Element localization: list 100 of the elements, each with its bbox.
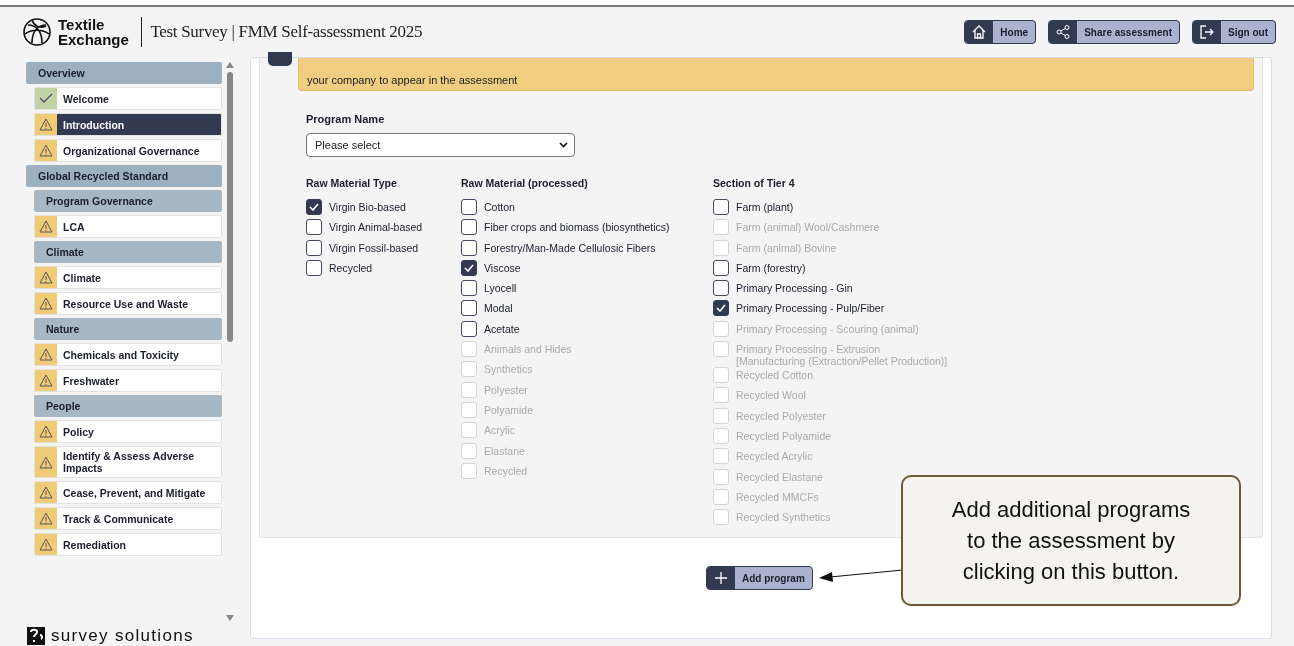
checkbox-label: Recycled Polyamide (736, 428, 832, 442)
checkbox[interactable] (461, 320, 477, 337)
checkbox-label: Recycled Acrylic (736, 449, 813, 463)
checkbox[interactable] (713, 300, 729, 317)
header-button[interactable]: Sign out (1192, 20, 1276, 44)
sidebar-item[interactable]: Remediation (34, 533, 222, 556)
warning-icon (39, 118, 53, 131)
field-label: Program Name (306, 113, 386, 125)
checkbox[interactable] (713, 199, 729, 215)
checkbox[interactable] (306, 199, 322, 215)
survey-title: Test Survey | FMM Self-assessment 2025 (150, 22, 423, 42)
group-heading: Raw Material (processed) (461, 177, 589, 189)
sidebar-subsection: Program Governance (34, 190, 222, 212)
checkbox-label: Recycled Cotton (736, 368, 814, 382)
checkmark-icon (716, 304, 726, 313)
checkbox-label: Farm (animal) Wool/Cashmere (736, 220, 880, 234)
home-icon (971, 24, 988, 40)
checkbox-label: Virgin Fossil-based (329, 240, 419, 254)
checkbox-label: Recycled Polyester (736, 408, 826, 422)
checkbox-label: Viscose (484, 260, 521, 274)
sidebar-item[interactable]: Welcome (34, 87, 222, 110)
checkbox-label: Recycled Elastane (736, 469, 823, 483)
warning-icon (39, 486, 53, 499)
sidebar-item[interactable]: Climate (34, 266, 222, 289)
checkbox[interactable] (461, 280, 477, 297)
sidebar-item[interactable]: LCA (34, 215, 222, 238)
checkbox-label: Lyocell (484, 281, 517, 295)
header-button[interactable]: Share assessment (1048, 20, 1180, 44)
sign-out-icon (1199, 24, 1215, 40)
scroll-down-icon[interactable] (225, 615, 234, 621)
checkbox-label: Recycled Synthetics (736, 510, 831, 524)
warning-icon (39, 348, 53, 361)
checkbox[interactable] (461, 239, 477, 256)
sidebar-subsection: People (34, 395, 222, 417)
share-icon (1055, 24, 1072, 40)
checkbox-label: Forestry/Man-Made Cellulosic Fibers (484, 240, 656, 254)
checkbox-label: Cotton (484, 200, 515, 213)
sidebar-subsection: Nature (34, 318, 222, 340)
checkbox[interactable] (461, 259, 477, 276)
sidebar-item[interactable]: Policy (34, 420, 222, 443)
warning-icon (39, 271, 53, 284)
checkbox-label: Primary Processing - Gin (736, 281, 853, 295)
checkbox-label: Farm (plant) (736, 200, 794, 213)
sidebar-section: Global Recycled Standard (26, 165, 222, 187)
plus-icon (715, 572, 727, 585)
warning-icon (39, 297, 53, 310)
group-heading: Raw Material Type (306, 177, 398, 189)
checkbox-label: Fiber crops and biomass (biosynthetics) (484, 220, 670, 234)
checkbox[interactable] (306, 219, 322, 236)
checkbox[interactable] (461, 199, 477, 215)
warning-icon (39, 425, 53, 438)
checkmark-icon (39, 93, 53, 104)
add-program-button[interactable]: Add program (706, 566, 813, 591)
checkbox-label: Elastane (484, 443, 525, 457)
checkbox[interactable] (713, 259, 729, 276)
sidebar-item[interactable]: Cease, Prevent, and Mitigate (34, 481, 222, 504)
scroll-up-icon[interactable] (225, 62, 234, 68)
checkbox[interactable] (461, 300, 477, 317)
sidebar-section: Overview (26, 62, 222, 84)
checkbox[interactable] (306, 259, 322, 276)
logo-text: Textile Exchange (58, 17, 129, 47)
header-button[interactable]: Home (964, 20, 1037, 44)
checkbox-label: Acetate (484, 321, 520, 335)
checkbox-label: Farm (forestry) (736, 260, 806, 274)
checkbox-label: Virgin Bio-based (329, 200, 406, 213)
sidebar-item[interactable]: Organizational Governance (34, 139, 222, 162)
warning-icon (39, 144, 53, 157)
sidebar-item[interactable]: Identify & Assess Adverse Impacts (34, 446, 222, 478)
checkbox[interactable] (461, 219, 477, 236)
checkbox-label: Modal (484, 301, 513, 315)
checkbox[interactable] (713, 280, 729, 297)
checkbox-label: Primary Processing - Pulp/Fiber (736, 301, 885, 315)
warning-icon (39, 455, 53, 469)
warning-icon (39, 538, 53, 551)
checkbox-label: Farm (animal) Bovine (736, 240, 837, 254)
checkbox-label: Synthetics (484, 362, 533, 376)
sidebar-subsection: Climate (34, 241, 222, 263)
warning-icon (39, 220, 53, 233)
checkbox[interactable] (306, 239, 322, 256)
checkbox-label: Recycled (329, 260, 373, 274)
collapse-tab[interactable] (268, 52, 292, 66)
sidebar-item[interactable]: Freshwater (34, 369, 222, 392)
sidebar-item[interactable]: Resource Use and Waste (34, 292, 222, 315)
checkbox-label: Virgin Animal-based (329, 220, 423, 234)
callout-note: Add additional programs to the assessment by clicking on this button. (901, 475, 1241, 606)
checkbox-label: Primary Processing - Scouring (animal) (736, 321, 919, 335)
sidebar-item[interactable]: Chemicals and Toxicity (34, 343, 222, 366)
sidebar-item[interactable]: Track & Communicate (34, 507, 222, 530)
knot-logo-icon (22, 17, 52, 47)
checkbox-label: Acrylic (484, 423, 515, 437)
checkbox-label: Animals and Hides (484, 342, 572, 356)
footer-brand: survey solutions (51, 626, 194, 646)
group-heading: Section of Tier 4 (713, 177, 796, 189)
checkmark-icon (309, 203, 319, 211)
program-select[interactable]: Please select (306, 133, 575, 157)
scrollbar[interactable] (225, 62, 234, 621)
checkbox-label: Recycled MMCFs (736, 489, 819, 503)
checkbox-label: Primary Processing - Extrusion [Manufacturing (Extraction/Pellet Production)] (736, 342, 948, 368)
checkbox-label: Recycled (484, 463, 528, 477)
sidebar-item[interactable]: Introduction (34, 113, 222, 136)
